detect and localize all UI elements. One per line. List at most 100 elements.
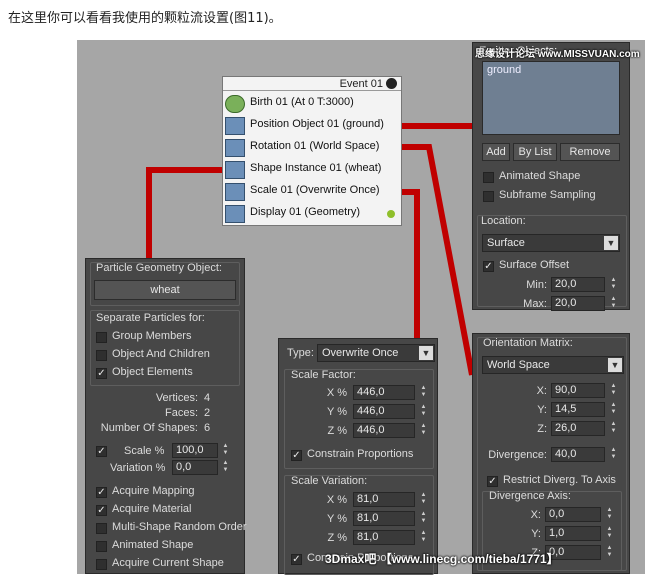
group-members-checkbox[interactable] xyxy=(96,332,107,343)
checkbox-label: Object Elements xyxy=(112,366,193,378)
surface-offset-checkbox[interactable]: ✓ xyxy=(483,261,494,272)
caption: 在这里你可以看看我使用的颗粒流设置(图11)。 xyxy=(8,11,282,26)
checkbox-label: Constrain Proportions xyxy=(307,448,414,460)
checkbox-label: Multi-Shape Random Order xyxy=(112,521,247,533)
event-node[interactable]: Event 01 Birth 01 (At 0 T:3000) Position… xyxy=(222,76,402,226)
spinner-arrows[interactable]: ▲ ▼ xyxy=(419,530,428,545)
constrain-variation-checkbox[interactable]: ✓ xyxy=(291,554,302,565)
event-operator-scale[interactable]: Scale 01 (Overwrite Once) xyxy=(225,181,401,203)
operator-label: Birth 01 (At 0 T:3000) xyxy=(250,96,354,108)
scale-spinner-arrows[interactable]: ▲ ▼ xyxy=(221,443,230,458)
orientation-title: Orientation Matrix: xyxy=(483,337,573,349)
random-order-checkbox[interactable] xyxy=(96,523,107,534)
by-list-button[interactable]: By List xyxy=(513,143,557,161)
operator-label: Shape Instance 01 (wheat) xyxy=(250,162,382,174)
emitter-list-item[interactable]: ground xyxy=(487,64,521,76)
spinner-arrows[interactable]: ▲ ▼ xyxy=(419,511,428,526)
shapes-label: Number Of Shapes: xyxy=(100,422,198,434)
axis-label: Z % xyxy=(327,532,347,544)
rotation-y-spinner[interactable]: 14,5 xyxy=(551,402,605,417)
operator-label: Rotation 01 (World Space) xyxy=(250,140,380,152)
axis-label: X % xyxy=(326,387,347,399)
min-spinner[interactable]: 20,0 xyxy=(551,277,605,292)
object-children-checkbox[interactable] xyxy=(96,350,107,361)
scale-checkbox[interactable]: ✓ xyxy=(96,446,107,457)
type-value: Overwrite Once xyxy=(322,347,399,359)
checkbox-label: Acquire Mapping xyxy=(112,485,195,497)
x-label: X: xyxy=(536,385,547,397)
event-operator-rotation[interactable]: Rotation 01 (World Space) xyxy=(225,137,401,159)
position-object-icon xyxy=(225,117,245,135)
variation-x-spinner[interactable]: 81,0 xyxy=(353,492,415,507)
scale-variation-title: Scale Variation: xyxy=(291,475,368,487)
spinner-arrows[interactable]: ▲ ▼ xyxy=(609,421,618,436)
variation-z-spinner[interactable]: 81,0 xyxy=(353,530,415,545)
min-label: Min: xyxy=(526,279,547,291)
event-operator-display[interactable]: Display 01 (Geometry) xyxy=(225,203,401,225)
axis-x-label: X: xyxy=(530,509,541,521)
geometry-object-button[interactable]: wheat xyxy=(94,280,236,300)
scale-spinner[interactable]: 100,0 xyxy=(172,443,218,458)
max-spinner[interactable]: 20,0 xyxy=(551,296,605,311)
checkbox-label: Acquire Current Shape xyxy=(112,557,224,569)
display-icon xyxy=(225,205,245,223)
chevron-down-icon: ▼ xyxy=(608,358,622,372)
add-button[interactable]: Add xyxy=(482,143,510,161)
remove-button[interactable]: Remove xyxy=(560,143,620,161)
spinner-arrows[interactable]: ▲ ▼ xyxy=(609,296,618,311)
checkbox-label: Object And Children xyxy=(112,348,210,360)
variation-spinner[interactable]: 0,0 xyxy=(172,460,218,475)
emitter-list[interactable]: ground xyxy=(482,61,620,135)
spinner-arrows[interactable]: ▲ ▼ xyxy=(609,447,618,462)
spinner-arrows[interactable]: ▲ ▼ xyxy=(419,423,428,438)
spinner-arrows[interactable]: ▲ ▼ xyxy=(605,526,614,541)
location-dropdown[interactable]: Surface ▼ xyxy=(482,234,620,252)
axis-y-spinner[interactable]: 1,0 xyxy=(545,526,601,541)
animated-shape-checkbox[interactable] xyxy=(96,541,107,552)
variation-label: Variation % xyxy=(110,462,166,474)
spinner-arrows[interactable]: ▲ ▼ xyxy=(605,545,614,560)
constrain-checkbox[interactable]: ✓ xyxy=(291,450,302,461)
subframe-checkbox[interactable] xyxy=(483,191,494,202)
axis-y-label: Y: xyxy=(531,528,541,540)
birth-icon xyxy=(225,95,245,113)
event-operator-birth[interactable]: Birth 01 (At 0 T:3000) xyxy=(225,93,401,115)
object-elements-checkbox[interactable]: ✓ xyxy=(96,368,107,379)
checkbox-label: Animated Shape xyxy=(112,539,194,551)
acquire-current-checkbox[interactable] xyxy=(96,559,107,570)
spinner-arrows[interactable]: ▲ ▼ xyxy=(419,404,428,419)
axis-x-spinner[interactable]: 0,0 xyxy=(545,507,601,522)
acquire-mapping-checkbox[interactable]: ✓ xyxy=(96,487,107,498)
spinner-arrows[interactable]: ▲ ▼ xyxy=(609,402,618,417)
rotation-z-spinner[interactable]: 26,0 xyxy=(551,421,605,436)
event-bulb-icon[interactable] xyxy=(386,78,397,89)
spinner-arrows[interactable]: ▲ ▼ xyxy=(419,492,428,507)
divergence-label: Divergence: xyxy=(488,449,547,461)
spinner-arrows[interactable]: ▲ ▼ xyxy=(605,507,614,522)
divergence-spinner[interactable]: 40,0 xyxy=(551,447,605,462)
scale-y-spinner[interactable]: 446,0 xyxy=(353,404,415,419)
variation-spinner-arrows[interactable]: ▲ ▼ xyxy=(221,460,230,475)
chevron-down-icon: ▼ xyxy=(604,236,618,250)
checkbox-label: Restrict Diverg. To Axis xyxy=(503,474,616,486)
spinner-arrows[interactable]: ▲ ▼ xyxy=(609,277,618,292)
spinner-arrows[interactable]: ▲ ▼ xyxy=(419,385,428,400)
type-dropdown[interactable]: Overwrite Once ▼ xyxy=(317,344,435,362)
event-operator-position[interactable]: Position Object 01 (ground) xyxy=(225,115,401,137)
variation-y-spinner[interactable]: 81,0 xyxy=(353,511,415,526)
scale-icon xyxy=(225,183,245,201)
checkbox-label: Surface Offset xyxy=(499,259,570,271)
spinner-arrows[interactable]: ▲ ▼ xyxy=(609,383,618,398)
rotation-panel: Orientation Matrix: World Space ▼ X: 90,… xyxy=(472,333,630,574)
acquire-material-checkbox[interactable]: ✓ xyxy=(96,505,107,516)
shape-instance-icon xyxy=(225,161,245,179)
separate-group-title: Separate Particles for: xyxy=(96,312,205,324)
scale-z-spinner[interactable]: 446,0 xyxy=(353,423,415,438)
restrict-checkbox[interactable]: ✓ xyxy=(487,476,498,487)
animated-shape-checkbox[interactable] xyxy=(483,172,494,183)
orientation-dropdown[interactable]: World Space ▼ xyxy=(482,356,624,374)
event-operator-shape-instance[interactable]: Shape Instance 01 (wheat) xyxy=(225,159,401,181)
scale-x-spinner[interactable]: 446,0 xyxy=(353,385,415,400)
rotation-x-spinner[interactable]: 90,0 xyxy=(551,383,605,398)
divergence-axis-title: Divergence Axis: xyxy=(489,490,571,502)
